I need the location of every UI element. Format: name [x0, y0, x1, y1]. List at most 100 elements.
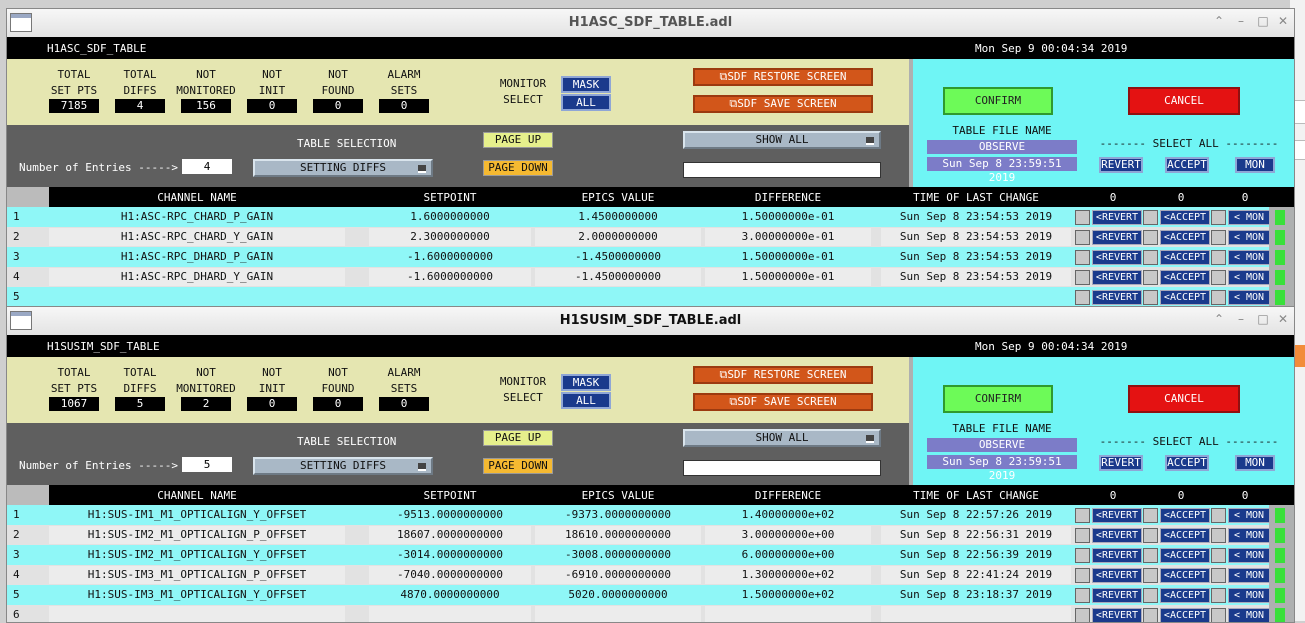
row-accept-button[interactable]: <ACCEPT — [1160, 290, 1210, 305]
row-revert-button[interactable]: <REVERT — [1092, 548, 1142, 563]
row-accept-button[interactable]: <ACCEPT — [1160, 250, 1210, 265]
page-down-button[interactable]: PAGE DOWN — [483, 458, 553, 474]
row-revert-checkbox[interactable] — [1075, 548, 1090, 563]
row-revert-checkbox[interactable] — [1075, 210, 1090, 225]
filter-input[interactable] — [683, 162, 881, 178]
row-accept-checkbox[interactable] — [1143, 548, 1158, 563]
row-revert-checkbox[interactable] — [1075, 588, 1090, 603]
page-up-button[interactable]: PAGE UP — [483, 132, 553, 148]
row-mon-button[interactable]: < MON — [1228, 548, 1270, 563]
all-button[interactable]: ALL — [561, 392, 611, 409]
row-revert-button[interactable]: <REVERT — [1092, 270, 1142, 285]
window-minimize-icon[interactable]: – — [1232, 14, 1250, 28]
row-mon-checkbox[interactable] — [1211, 210, 1226, 225]
table-selection-dropdown[interactable]: SETTING DIFFS — [253, 159, 433, 177]
row-revert-button[interactable]: <REVERT — [1092, 290, 1142, 305]
cancel-button[interactable]: CANCEL — [1128, 87, 1240, 115]
row-mon-checkbox[interactable] — [1211, 508, 1226, 523]
window-shade-icon[interactable]: ⌃ — [1210, 14, 1228, 28]
row-accept-checkbox[interactable] — [1143, 230, 1158, 245]
sdf-restore-screen-button[interactable]: ⧉SDF RESTORE SCREEN — [693, 68, 873, 86]
sdf-save-screen-button[interactable]: ⧉SDF SAVE SCREEN — [693, 95, 873, 113]
row-mon-button[interactable]: < MON — [1228, 230, 1270, 245]
row-revert-checkbox[interactable] — [1075, 270, 1090, 285]
window-close-icon[interactable]: ✕ — [1274, 312, 1292, 326]
row-accept-checkbox[interactable] — [1143, 270, 1158, 285]
filter-input[interactable] — [683, 460, 881, 476]
row-revert-checkbox[interactable] — [1075, 508, 1090, 523]
row-revert-button[interactable]: <REVERT — [1092, 588, 1142, 603]
confirm-button[interactable]: CONFIRM — [943, 87, 1053, 115]
row-revert-button[interactable]: <REVERT — [1092, 568, 1142, 583]
row-accept-button[interactable]: <ACCEPT — [1160, 548, 1210, 563]
row-revert-checkbox[interactable] — [1075, 568, 1090, 583]
select-all-revert-button[interactable]: REVERT — [1099, 157, 1143, 173]
row-revert-button[interactable]: <REVERT — [1092, 230, 1142, 245]
row-revert-checkbox[interactable] — [1075, 528, 1090, 543]
row-revert-button[interactable]: <REVERT — [1092, 250, 1142, 265]
row-accept-checkbox[interactable] — [1143, 528, 1158, 543]
row-mon-button[interactable]: < MON — [1228, 270, 1270, 285]
row-accept-button[interactable]: <ACCEPT — [1160, 508, 1210, 523]
row-revert-button[interactable]: <REVERT — [1092, 210, 1142, 225]
row-mon-button[interactable]: < MON — [1228, 588, 1270, 603]
select-all-mon-button[interactable]: MON — [1235, 455, 1275, 471]
window-titlebar[interactable]: H1SUSIM_SDF_TABLE.adl ⌃ – □ ✕ — [7, 307, 1294, 336]
row-mon-button[interactable]: < MON — [1228, 250, 1270, 265]
row-revert-checkbox[interactable] — [1075, 290, 1090, 305]
sdf-restore-screen-button[interactable]: ⧉SDF RESTORE SCREEN — [693, 366, 873, 384]
row-mon-button[interactable]: < MON — [1228, 528, 1270, 543]
row-accept-button[interactable]: <ACCEPT — [1160, 230, 1210, 245]
row-accept-checkbox[interactable] — [1143, 290, 1158, 305]
row-mon-checkbox[interactable] — [1211, 230, 1226, 245]
row-accept-button[interactable]: <ACCEPT — [1160, 210, 1210, 225]
row-mon-checkbox[interactable] — [1211, 250, 1226, 265]
row-mon-checkbox[interactable] — [1211, 528, 1226, 543]
window-maximize-icon[interactable]: □ — [1254, 312, 1272, 326]
confirm-button[interactable]: CONFIRM — [943, 385, 1053, 413]
row-revert-checkbox[interactable] — [1075, 230, 1090, 245]
all-button[interactable]: ALL — [561, 94, 611, 111]
window-minimize-icon[interactable]: – — [1232, 312, 1250, 326]
page-down-button[interactable]: PAGE DOWN — [483, 160, 553, 176]
row-mon-button[interactable]: < MON — [1228, 290, 1270, 305]
row-accept-button[interactable]: <ACCEPT — [1160, 568, 1210, 583]
row-accept-button[interactable]: <ACCEPT — [1160, 528, 1210, 543]
row-revert-button[interactable]: <REVERT — [1092, 508, 1142, 523]
window-titlebar[interactable]: H1ASC_SDF_TABLE.adl ⌃ – □ ✕ — [7, 9, 1294, 38]
select-all-revert-button[interactable]: REVERT — [1099, 455, 1143, 471]
row-accept-checkbox[interactable] — [1143, 508, 1158, 523]
row-index: 2 — [13, 528, 20, 541]
select-all-accept-button[interactable]: ACCEPT — [1165, 157, 1209, 173]
row-mon-button[interactable]: < MON — [1228, 568, 1270, 583]
mask-button[interactable]: MASK — [561, 374, 611, 391]
show-all-dropdown[interactable]: SHOW ALL — [683, 131, 881, 149]
select-all-accept-button[interactable]: ACCEPT — [1165, 455, 1209, 471]
row-accept-checkbox[interactable] — [1143, 568, 1158, 583]
mask-button[interactable]: MASK — [561, 76, 611, 93]
row-mon-checkbox[interactable] — [1211, 548, 1226, 563]
row-mon-checkbox[interactable] — [1211, 290, 1226, 305]
row-accept-checkbox[interactable] — [1143, 250, 1158, 265]
row-revert-button[interactable]: <REVERT — [1092, 528, 1142, 543]
row-mon-checkbox[interactable] — [1211, 588, 1226, 603]
page-up-button[interactable]: PAGE UP — [483, 430, 553, 446]
row-mon-checkbox[interactable] — [1211, 568, 1226, 583]
row-mon-button[interactable]: < MON — [1228, 210, 1270, 225]
table-selection-dropdown[interactable]: SETTING DIFFS — [253, 457, 433, 475]
select-all-mon-button[interactable]: MON — [1235, 157, 1275, 173]
row-accept-checkbox[interactable] — [1143, 210, 1158, 225]
cancel-button[interactable]: CANCEL — [1128, 385, 1240, 413]
sdf-save-screen-button[interactable]: ⧉SDF SAVE SCREEN — [693, 393, 873, 411]
window-maximize-icon[interactable]: □ — [1254, 14, 1272, 28]
row-accept-checkbox[interactable] — [1143, 588, 1158, 603]
row-mon-button[interactable]: < MON — [1228, 508, 1270, 523]
window-shade-icon[interactable]: ⌃ — [1210, 312, 1228, 326]
show-all-dropdown[interactable]: SHOW ALL — [683, 429, 881, 447]
row-revert-checkbox[interactable] — [1075, 250, 1090, 265]
row-accept-button[interactable]: <ACCEPT — [1160, 270, 1210, 285]
number-of-entries-label: Number of Entries -----> — [19, 459, 178, 472]
window-close-icon[interactable]: ✕ — [1274, 14, 1292, 28]
row-accept-button[interactable]: <ACCEPT — [1160, 588, 1210, 603]
row-mon-checkbox[interactable] — [1211, 270, 1226, 285]
